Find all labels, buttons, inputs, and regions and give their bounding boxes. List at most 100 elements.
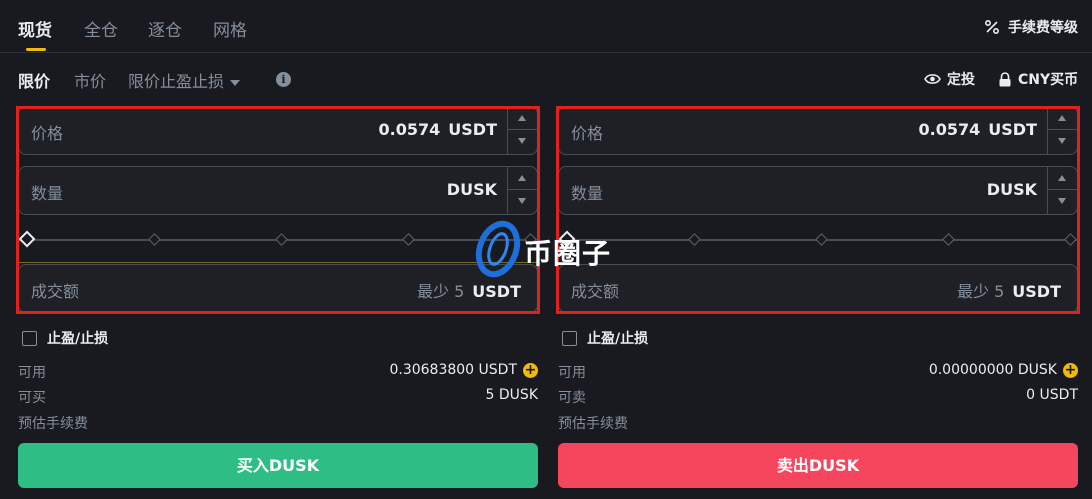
- sell-price-value: 0.0574 USDT: [919, 120, 1037, 139]
- slider-mark-100[interactable]: [524, 233, 537, 246]
- buy-total-unit: USDT: [472, 282, 521, 301]
- slider-mark-50[interactable]: [815, 233, 828, 246]
- buy-price-decrement-button[interactable]: [508, 130, 537, 153]
- sell-price-label: 价格: [571, 124, 604, 143]
- fee-level-link[interactable]: 手续费等级: [984, 17, 1078, 37]
- tab-cross-margin[interactable]: 全仓: [84, 16, 118, 41]
- buy-amount-label: 数量: [31, 184, 64, 203]
- sell-price-decrement-button[interactable]: [1048, 130, 1077, 153]
- caret-down-icon: [1058, 198, 1066, 204]
- sell-amount-increment-button[interactable]: [1048, 167, 1077, 190]
- slider-mark-50[interactable]: [275, 233, 288, 246]
- sell-available-value: 0.00000000 DUSK: [928, 362, 1057, 378]
- sell-amount-field[interactable]: 数量 DUSK: [558, 166, 1078, 215]
- order-type-limit[interactable]: 限价: [18, 68, 50, 92]
- buy-price-input[interactable]: 0.0574: [379, 120, 441, 139]
- buy-available-value: 0.30683800 USDT: [389, 362, 517, 378]
- buy-max-value: 5 DUSK: [485, 387, 538, 403]
- caret-down-icon: [1058, 138, 1066, 144]
- buy-amount-decrement-button[interactable]: [508, 190, 537, 213]
- sell-price-input[interactable]: 0.0574: [919, 120, 981, 139]
- lock-icon: [999, 71, 1011, 86]
- sell-price-field[interactable]: 价格 0.0574 USDT: [558, 106, 1078, 155]
- slider-divider: [18, 262, 538, 263]
- sell-deposit-plus-icon[interactable]: +: [1063, 362, 1078, 378]
- sell-total-value: 最少 5 USDT: [957, 278, 1061, 302]
- buy-total-field[interactable]: 成交额 最少 5 USDT: [18, 264, 538, 313]
- order-type-stop-limit-label: 限价止盈止损: [128, 72, 225, 91]
- sell-available-label: 可用: [558, 365, 586, 381]
- order-type-market[interactable]: 市价: [74, 68, 106, 92]
- tab-spot[interactable]: 现货: [18, 16, 52, 41]
- buy-price-stepper: [507, 107, 537, 154]
- sell-max-value: 0 USDT: [1026, 387, 1078, 403]
- sell-price-increment-button[interactable]: [1048, 107, 1077, 130]
- cny-buy-link[interactable]: CNY买币: [998, 69, 1078, 89]
- sell-tpsl-label: 止盈/止损: [587, 331, 649, 347]
- slider-thumb[interactable]: [558, 230, 576, 248]
- slider-mark-100[interactable]: [1064, 233, 1077, 246]
- active-tab-indicator: [26, 48, 46, 51]
- sell-amount-decrement-button[interactable]: [1048, 190, 1077, 213]
- sell-amount-label: 数量: [571, 184, 604, 203]
- buy-percent-slider[interactable]: [18, 226, 538, 256]
- buy-amount-unit: DUSK: [446, 180, 497, 199]
- sell-max-row: 可卖 0 USDT: [558, 387, 1078, 409]
- order-type-stop-limit[interactable]: 限价止盈止损: [128, 68, 241, 92]
- auto-invest-label: 定投: [947, 72, 975, 88]
- buy-button[interactable]: 买入DUSK: [18, 443, 538, 488]
- cny-buy-label: CNY买币: [1018, 72, 1079, 88]
- buy-amount-field[interactable]: 数量 DUSK: [18, 166, 538, 215]
- buy-tpsl-option[interactable]: 止盈/止损: [22, 328, 108, 348]
- sell-max-label: 可卖: [558, 390, 586, 406]
- sell-available-row: 可用 0.00000000 DUSK +: [558, 362, 1078, 384]
- trade-mode-tabs: 现货 全仓 逐仓 网格 手续费等级: [0, 0, 1092, 53]
- sell-amount-stepper: [1047, 167, 1077, 214]
- sell-price-unit: USDT: [988, 120, 1037, 139]
- buy-price-label: 价格: [31, 124, 64, 143]
- slider-mark-25[interactable]: [148, 233, 161, 246]
- caret-up-icon: [1058, 115, 1066, 121]
- caret-up-icon: [1058, 175, 1066, 181]
- info-icon[interactable]: i: [276, 72, 291, 87]
- sell-button[interactable]: 卖出DUSK: [558, 443, 1078, 488]
- buy-deposit-plus-icon[interactable]: +: [523, 362, 538, 378]
- sell-total-field[interactable]: 成交额 最少 5 USDT: [558, 264, 1078, 313]
- buy-max-row: 可买 5 DUSK: [18, 387, 538, 409]
- buy-price-unit: USDT: [448, 120, 497, 139]
- buy-max-label: 可买: [18, 390, 46, 406]
- buy-amount-increment-button[interactable]: [508, 167, 537, 190]
- auto-invest-link[interactable]: 定投: [924, 69, 975, 89]
- buy-available-row: 可用 0.30683800 USDT +: [18, 362, 538, 384]
- sell-tpsl-option[interactable]: 止盈/止损: [562, 328, 648, 348]
- buy-available-label: 可用: [18, 365, 46, 381]
- buy-price-value: 0.0574 USDT: [379, 120, 497, 139]
- caret-up-icon: [518, 175, 526, 181]
- buy-total-hint: 最少 5: [417, 282, 465, 301]
- sell-fee-label: 预估手续费: [558, 416, 628, 432]
- sell-price-stepper: [1047, 107, 1077, 154]
- chevron-down-icon: [230, 79, 241, 86]
- caret-down-icon: [518, 198, 526, 204]
- sell-total-hint: 最少 5: [957, 282, 1005, 301]
- buy-total-value: 最少 5 USDT: [417, 278, 521, 302]
- sell-tpsl-checkbox[interactable]: [562, 330, 577, 346]
- sell-percent-slider[interactable]: [558, 226, 1078, 256]
- slider-mark-25[interactable]: [688, 233, 701, 246]
- percent-icon: [984, 19, 1000, 35]
- buy-tpsl-label: 止盈/止损: [47, 331, 109, 347]
- buy-tpsl-checkbox[interactable]: [22, 330, 37, 346]
- tab-isolated-margin[interactable]: 逐仓: [148, 16, 182, 41]
- order-type-bar: 限价 市价 限价止盈止损 i 定投 CNY买币: [0, 60, 1092, 100]
- buy-total-label: 成交额: [31, 282, 80, 301]
- buy-amount-stepper: [507, 167, 537, 214]
- buy-fee-row: 预估手续费: [18, 413, 538, 435]
- slider-mark-75[interactable]: [942, 233, 955, 246]
- sell-total-label: 成交额: [571, 282, 620, 301]
- sell-amount-unit: DUSK: [986, 180, 1037, 199]
- tab-grid[interactable]: 网格: [213, 16, 247, 41]
- buy-price-increment-button[interactable]: [508, 107, 537, 130]
- buy-price-field[interactable]: 价格 0.0574 USDT: [18, 106, 538, 155]
- slider-mark-75[interactable]: [402, 233, 415, 246]
- slider-thumb[interactable]: [18, 230, 36, 248]
